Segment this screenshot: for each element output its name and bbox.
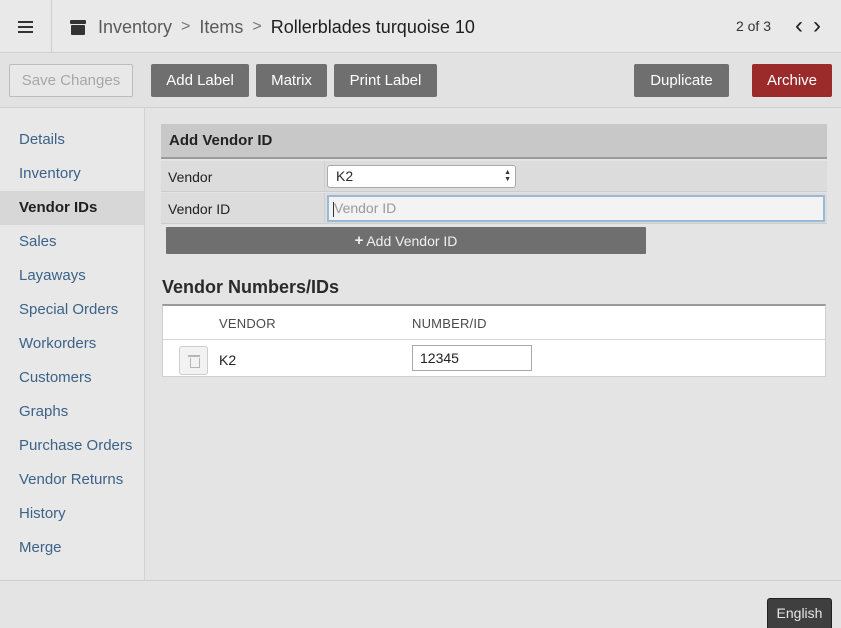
- archive-button[interactable]: Archive: [752, 64, 832, 97]
- select-arrows-icon: ▲ ▼: [504, 169, 511, 183]
- breadcrumb-inventory[interactable]: Inventory: [98, 17, 172, 38]
- number-id-input[interactable]: 12345: [412, 345, 532, 371]
- sidebar-item-history[interactable]: History: [0, 497, 144, 531]
- vendor-label: Vendor: [168, 169, 213, 185]
- chevron-left-icon[interactable]: ‹: [795, 14, 803, 38]
- vendor-row: Vendor K2 ▲ ▼: [161, 161, 827, 192]
- sidebar-item-graphs[interactable]: Graphs: [0, 395, 144, 429]
- divider: [324, 161, 325, 192]
- vendor-id-placeholder: Vendor ID: [334, 200, 397, 216]
- vendor-id-label: Vendor ID: [168, 201, 231, 217]
- breadcrumb: Inventory > Items > Rollerblades turquoi…: [70, 15, 475, 39]
- add-label-button[interactable]: Add Label: [151, 64, 249, 97]
- hamburger-menu-icon[interactable]: [0, 0, 52, 53]
- sidebar-item-merge[interactable]: Merge: [0, 531, 144, 565]
- main-content: Add Vendor ID Vendor K2 ▲ ▼ Vendor ID Ven…: [145, 108, 841, 580]
- sidebar-item-customers[interactable]: Customers: [0, 361, 144, 395]
- page-title: Rollerblades turquoise 10: [270, 16, 475, 37]
- vendor-numbers-table: VENDOR NUMBER/ID K2 12345: [162, 304, 826, 377]
- vendor-select-value: K2: [336, 168, 354, 184]
- add-vendor-heading: Add Vendor ID: [161, 124, 827, 159]
- trash-icon: [188, 355, 200, 368]
- sidebar-item-inventory[interactable]: Inventory: [0, 157, 144, 191]
- matrix-button[interactable]: Matrix: [256, 64, 327, 97]
- vendor-cell: K2: [219, 352, 237, 368]
- vendor-id-input[interactable]: Vendor ID: [327, 195, 825, 222]
- save-changes-button[interactable]: Save Changes: [9, 64, 133, 97]
- plus-icon: +: [354, 232, 364, 249]
- sidebar-item-purchase-orders[interactable]: Purchase Orders: [0, 429, 144, 463]
- archive-box-icon: [70, 19, 86, 35]
- pager-position: 2 of 3: [735, 18, 771, 34]
- sidebar-item-details[interactable]: Details: [0, 123, 144, 157]
- chevron-right-icon[interactable]: ›: [813, 14, 821, 38]
- pager: 2 of 3 ‹ ›: [736, 14, 821, 38]
- divider: [324, 193, 325, 224]
- divider: [163, 339, 825, 340]
- sidebar-item-special-orders[interactable]: Special Orders: [0, 293, 144, 327]
- sidebar-item-vendor-ids[interactable]: Vendor IDs: [0, 191, 144, 225]
- sidebar-item-vendor-returns[interactable]: Vendor Returns: [0, 463, 144, 497]
- chevron-right-icon: >: [181, 18, 191, 35]
- footer: English: [0, 580, 841, 628]
- vendor-id-row: Vendor ID Vendor ID: [161, 193, 827, 224]
- vendor-select[interactable]: K2 ▲ ▼: [327, 165, 516, 188]
- sidebar-item-layaways[interactable]: Layaways: [0, 259, 144, 293]
- column-header-number: NUMBER/ID: [412, 316, 487, 331]
- chevron-right-icon: >: [252, 18, 262, 35]
- print-label-button[interactable]: Print Label: [334, 64, 437, 97]
- sidebar-item-sales[interactable]: Sales: [0, 225, 144, 259]
- duplicate-button[interactable]: Duplicate: [634, 64, 729, 97]
- sidebar: Details Inventory Vendor IDs Sales Layaw…: [0, 108, 145, 580]
- top-bar: Inventory > Items > Rollerblades turquoi…: [0, 0, 841, 53]
- language-button[interactable]: English: [767, 598, 832, 628]
- add-vendor-id-label: Add Vendor ID: [366, 232, 458, 249]
- add-vendor-id-button[interactable]: + Add Vendor ID: [166, 227, 646, 254]
- vendor-numbers-title: Vendor Numbers/IDs: [162, 277, 340, 297]
- delete-button[interactable]: [179, 346, 208, 375]
- column-header-vendor: VENDOR: [219, 316, 276, 331]
- toolbar: Save Changes Add Label Matrix Print Labe…: [0, 54, 841, 108]
- sidebar-item-workorders[interactable]: Workorders: [0, 327, 144, 361]
- breadcrumb-items[interactable]: Items: [199, 17, 243, 38]
